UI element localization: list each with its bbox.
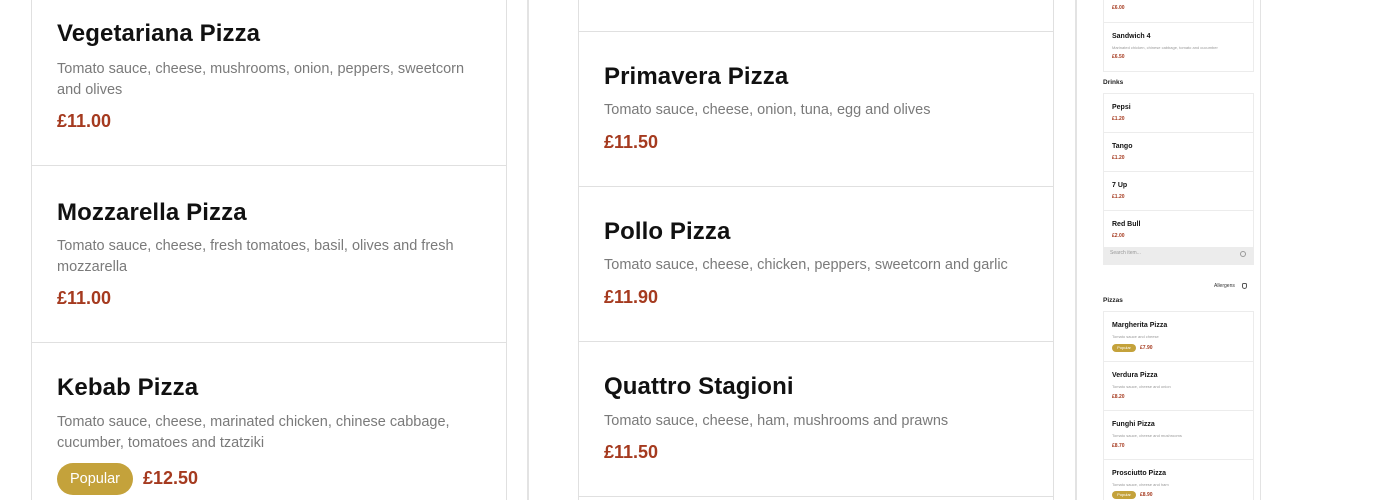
mini-item-name: Margherita Pizza bbox=[1112, 322, 1168, 329]
item-description: Tomato sauce, cheese, mushrooms, onion, … bbox=[57, 61, 465, 98]
mini-menu-item[interactable]: Prosciutto Pizza Tomato sauce, cheese an… bbox=[1103, 459, 1254, 500]
mini-item-description: Tomato sauce, cheese and onion bbox=[1112, 384, 1171, 389]
item-name: Quattro Stagioni bbox=[604, 373, 794, 400]
mini-menu-item[interactable]: Tango £1.20 bbox=[1103, 132, 1254, 172]
mini-item-description: Marinated chicken, chinese cabbage, toma… bbox=[1112, 45, 1218, 50]
mini-popular-badge: Popular bbox=[1112, 491, 1136, 499]
item-price: £11.00 bbox=[57, 288, 112, 308]
menu-item-card[interactable]: Mozzarella Pizza Tomato sauce, cheese, f… bbox=[31, 165, 507, 343]
item-description: Tomato sauce, cheese, onion, tuna, egg a… bbox=[604, 102, 931, 118]
item-description: Tomato sauce, cheese, chicken, peppers, … bbox=[604, 257, 1008, 273]
section-heading-drinks: Drinks bbox=[1103, 79, 1124, 86]
item-name: Kebab Pizza bbox=[57, 374, 199, 401]
item-description: Tomato sauce, cheese, fresh tomatoes, ba… bbox=[57, 238, 454, 275]
search-icon bbox=[1240, 251, 1246, 257]
allergens-link[interactable]: Allergens bbox=[1214, 283, 1235, 289]
mini-item-name: 7 Up bbox=[1112, 182, 1128, 189]
item-price: £11.00 bbox=[57, 111, 112, 131]
item-name: Mozzarella Pizza bbox=[57, 199, 247, 226]
mini-item-name: Verdura Pizza bbox=[1112, 372, 1158, 379]
mini-popular-badge: Popular bbox=[1112, 344, 1136, 352]
mini-menu-item[interactable]: Sandwich 4 Marinated chicken, chinese ca… bbox=[1103, 22, 1254, 72]
item-description: Tomato sauce, cheese, marinated chicken,… bbox=[57, 414, 450, 451]
item-name: Vegetariana Pizza bbox=[57, 20, 261, 47]
mini-item-price: £1.20 bbox=[1112, 194, 1125, 200]
mini-item-price: £2.00 bbox=[1112, 233, 1125, 239]
item-price: £11.50 bbox=[604, 442, 659, 462]
menu-item-card[interactable]: Primavera Pizza Tomato sauce, cheese, on… bbox=[578, 31, 1054, 187]
mini-item-price: £1.20 bbox=[1112, 116, 1125, 122]
mini-item-price: £8.70 bbox=[1112, 443, 1125, 449]
mini-item-description: Tomato sauce and cheese bbox=[1112, 334, 1159, 339]
menu-item-card[interactable]: Quattro Stagioni Tomato sauce, cheese, h… bbox=[578, 341, 1054, 497]
item-price: £11.50 bbox=[604, 132, 659, 152]
mini-item-name: Red Bull bbox=[1112, 221, 1141, 228]
mini-menu-item[interactable]: Margherita Pizza Tomato sauce and cheese… bbox=[1103, 311, 1254, 362]
mini-item-name: Funghi Pizza bbox=[1112, 421, 1155, 428]
item-description: Tomato sauce, cheese, ham, mushrooms and… bbox=[604, 413, 949, 429]
item-name: Pollo Pizza bbox=[604, 218, 731, 245]
mini-item-description: Tomato sauce, cheese and ham bbox=[1112, 482, 1169, 487]
mini-item-price: £6.00 bbox=[1112, 5, 1125, 11]
mini-item-description: Tomato sauce, cheese and mushrooms bbox=[1112, 433, 1182, 438]
mini-menu-item[interactable]: Pepsi £1.20 bbox=[1103, 93, 1254, 133]
mini-item-name: Tango bbox=[1112, 143, 1133, 150]
item-price: £11.90 bbox=[604, 287, 659, 307]
search-placeholder: Search item... bbox=[1110, 250, 1141, 256]
mini-item-price: £1.20 bbox=[1112, 155, 1125, 161]
mini-menu-item[interactable]: Red Bull £2.00 bbox=[1103, 210, 1254, 250]
mini-search-input[interactable]: Search item... bbox=[1103, 247, 1254, 265]
section-heading-pizzas: Pizzas bbox=[1103, 297, 1123, 304]
mini-item-name: Prosciutto Pizza bbox=[1112, 470, 1167, 477]
menu-item-card[interactable] bbox=[578, 0, 1054, 32]
allergens-info-icon[interactable] bbox=[1242, 283, 1247, 289]
item-name: Primavera Pizza bbox=[604, 63, 789, 90]
menu-item-card[interactable]: Kebab Pizza Tomato sauce, cheese, marina… bbox=[31, 342, 507, 500]
mini-menu-item[interactable]: £6.00 bbox=[1103, 0, 1254, 23]
popular-badge: Popular bbox=[57, 463, 133, 495]
menu-item-card[interactable]: Vegetariana Pizza Tomato sauce, cheese, … bbox=[31, 0, 507, 166]
mini-item-name: Sandwich 4 bbox=[1112, 33, 1151, 40]
mini-item-price: £8.90 bbox=[1140, 492, 1153, 498]
mini-item-price: £6.50 bbox=[1112, 54, 1125, 60]
mini-item-price: £7.90 bbox=[1140, 345, 1153, 351]
menu-item-card[interactable] bbox=[578, 496, 1054, 500]
mini-menu-item[interactable]: Funghi Pizza Tomato sauce, cheese and mu… bbox=[1103, 410, 1254, 460]
mini-menu-item[interactable]: Verdura Pizza Tomato sauce, cheese and o… bbox=[1103, 361, 1254, 411]
mini-menu-item[interactable]: 7 Up £1.20 bbox=[1103, 171, 1254, 211]
item-price: £12.50 bbox=[143, 468, 199, 488]
menu-item-card[interactable]: Pollo Pizza Tomato sauce, cheese, chicke… bbox=[578, 186, 1054, 342]
mini-item-price: £8.20 bbox=[1112, 394, 1125, 400]
mini-item-name: Pepsi bbox=[1112, 104, 1131, 111]
